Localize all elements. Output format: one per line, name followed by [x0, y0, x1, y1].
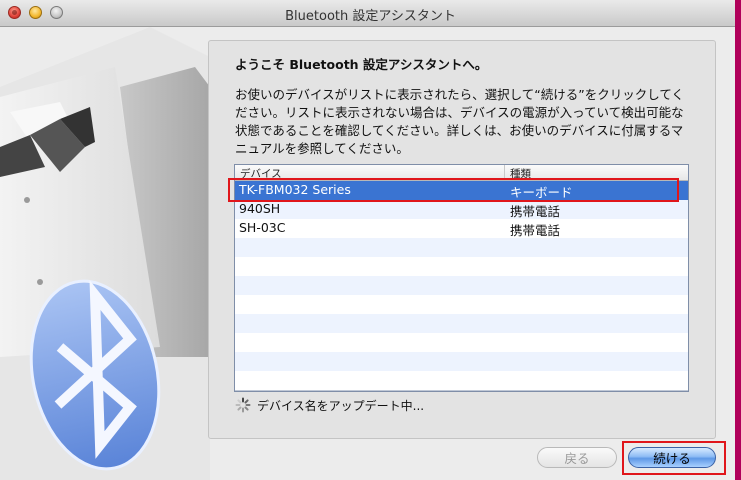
empty-row	[235, 314, 688, 333]
empty-row	[235, 333, 688, 352]
table-row[interactable]: 940SH 携帯電話	[235, 200, 688, 219]
setup-content-panel: ようこそ Bluetooth 設定アシスタントへ。 お使いのデバイスがリストに表…	[208, 40, 716, 439]
device-type: 携帯電話	[510, 204, 561, 219]
empty-row	[235, 295, 688, 314]
empty-row	[235, 238, 688, 257]
desktop-edge	[735, 0, 741, 480]
bluetooth-setup-window: Bluetooth 設定アシスタント ようこそ Bluetooth 設定アシスタ…	[0, 0, 741, 480]
device-name: 940SH	[239, 201, 281, 216]
device-type: 携帯電話	[510, 223, 561, 238]
continue-button-highlight	[622, 441, 726, 475]
back-button[interactable]: 戻る	[537, 447, 617, 468]
title-bar[interactable]: Bluetooth 設定アシスタント	[0, 0, 741, 27]
selected-device-highlight	[228, 178, 679, 202]
instructions-text: お使いのデバイスがリストに表示されたら、選択して“続ける”をクリックしてください…	[235, 87, 684, 156]
empty-row	[235, 276, 688, 295]
empty-row	[235, 257, 688, 276]
table-row[interactable]: SH-03C 携帯電話	[235, 219, 688, 238]
device-rows: TK-FBM032 Series キーボード 940SH 携帯電話 SH-03C…	[235, 181, 688, 390]
welcome-heading: ようこそ Bluetooth 設定アシスタントへ。	[235, 57, 488, 72]
status-text: デバイス名をアップデート中...	[257, 399, 425, 413]
device-name: SH-03C	[239, 220, 286, 235]
empty-row	[235, 371, 688, 390]
empty-row	[235, 352, 688, 371]
status-line: デバイス名をアップデート中...	[235, 397, 424, 414]
window-title: Bluetooth 設定アシスタント	[285, 9, 456, 24]
spinner-icon	[235, 397, 251, 413]
tuxedo-bluetooth-illustration	[0, 27, 210, 480]
